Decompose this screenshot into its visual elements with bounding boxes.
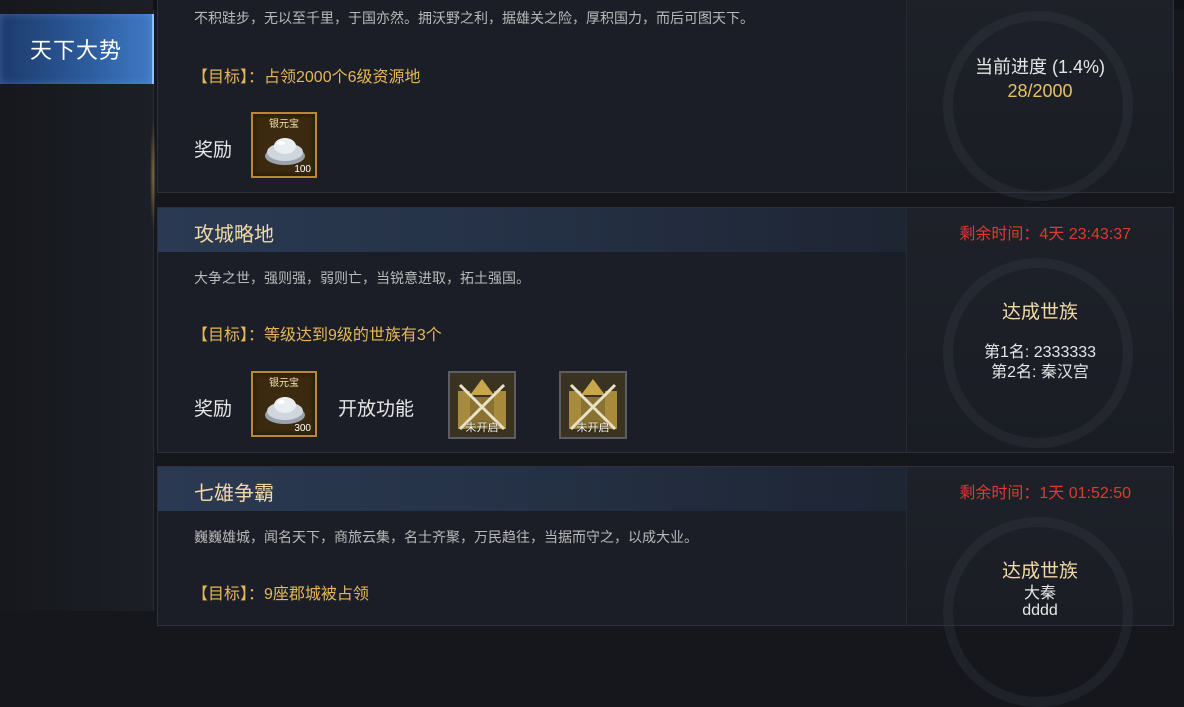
clan-title: 达成世族 (1001, 561, 1078, 582)
quest-description: 大争之世，强则强，弱则亡，当锐意进取，拓土强国。 (194, 270, 530, 286)
rank-2: dddd (1022, 602, 1058, 619)
quest-description: 巍巍雄城，闻名天下，商旅云集，名士齐聚，万民趋往，当据而守之，以成大业。 (194, 529, 698, 545)
remaining-time: 剩余时间：1天 01:52:50 (959, 485, 1131, 502)
quest-card-1: 当前进度 (1.4%) 28/2000 不积跬步，无以至千里，于国亦然。拥沃野之… (157, 0, 1174, 201)
item-quantity: 300 (294, 423, 311, 434)
quest-card-2: 攻城略地 剩余时间：4天 23:43:37 达成世族 第1名: 2333333 … (157, 207, 1174, 453)
dragon-emblem-icon (943, 11, 1133, 201)
rank-1: 第1名: 2333333 (983, 344, 1097, 361)
feature-slot-2[interactable]: 未开启 (559, 371, 627, 439)
silver-ingot-icon (265, 397, 305, 424)
quest-card-3: 七雄争霸 剩余时间：1天 01:52:50 达成世族 大秦 dddd 巍巍雄城，… (157, 466, 1174, 707)
reward-item-silver-ingot[interactable]: 银元宝 300 (251, 371, 317, 437)
item-quantity: 100 (294, 164, 311, 175)
quest-goal: 【目标】：9座郡城被占领 (192, 586, 369, 603)
progress-label: 当前进度 (1.4%) (974, 57, 1106, 77)
card-progress-area: 剩余时间：1天 01:52:50 达成世族 大秦 dddd (907, 467, 1173, 707)
clan-title: 达成世族 (1001, 302, 1078, 323)
feature-slot-1[interactable]: 未开启 (448, 371, 516, 439)
sidebar: 天下大势 (0, 0, 154, 611)
reward-label: 奖励 (194, 140, 233, 161)
quest-goal: 【目标】：等级达到9级的世族有3个 (192, 327, 442, 344)
card-progress-area: 当前进度 (1.4%) 28/2000 (907, 0, 1173, 201)
rank-2: 第2名: 秦汉宫 (991, 364, 1089, 381)
reward-item-silver-ingot[interactable]: 银元宝 100 (251, 112, 317, 178)
card-header: 攻城略地 (158, 208, 906, 252)
quest-description: 不积跬步，无以至千里，于国亦然。拥沃野之利，据雄关之险，厚积国力，而后可图天下。 (194, 10, 754, 26)
remaining-time: 剩余时间：4天 23:43:37 (959, 226, 1131, 243)
tab-label: 天下大势 (29, 38, 122, 63)
feature-label: 开放功能 (338, 399, 415, 420)
quest-title: 攻城略地 (194, 224, 274, 246)
feature-status: 未开启 (576, 422, 610, 434)
silver-ingot-icon (265, 138, 305, 165)
quest-goal: 【目标】：占领2000个6级资源地 (192, 69, 421, 86)
reward-label: 奖励 (194, 399, 233, 420)
progress-value: 28/2000 (1007, 81, 1073, 101)
card-header: 七雄争霸 (158, 467, 906, 511)
quest-title: 七雄争霸 (194, 483, 274, 505)
card-progress-area: 剩余时间：4天 23:43:37 达成世族 第1名: 2333333 第2名: … (907, 208, 1173, 452)
tab-world-trend[interactable]: 天下大势 (0, 14, 154, 84)
sidebar-glow (150, 120, 156, 230)
feature-status: 未开启 (465, 422, 499, 434)
